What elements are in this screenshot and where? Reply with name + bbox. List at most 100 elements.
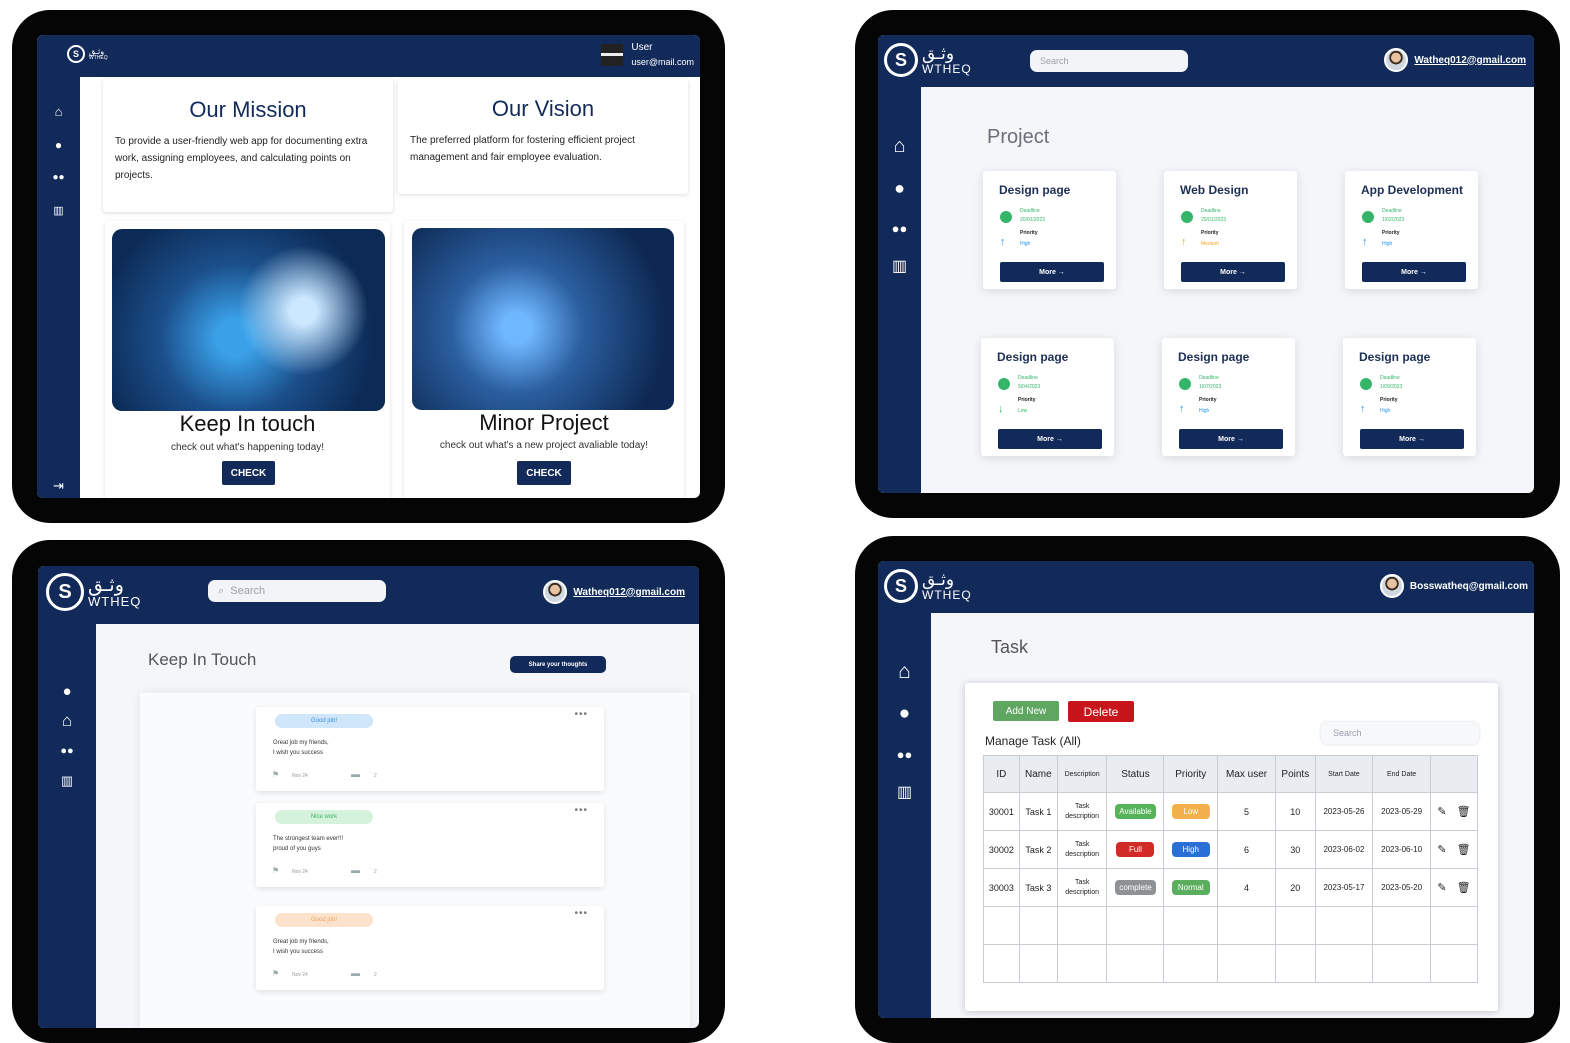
home-sidebar: ⌂ ● ●● ▥ ⇥ [37,77,80,498]
touch-check-button[interactable]: CHECK [222,461,275,485]
mission-card: Our Mission To provide a user-friendly w… [103,79,393,212]
status-dot-icon [1000,211,1012,223]
tasks-search-input[interactable]: Search [1321,722,1479,744]
comment-icon[interactable]: ▬ [351,865,360,875]
task-name: Task 2 [1018,830,1058,869]
deadline-value: 1/07/2023 [1199,384,1222,390]
more-button[interactable]: More → [1000,262,1104,282]
post-text-line1: Great job my friends, [273,939,329,945]
task-points: 20 [1275,868,1316,907]
project-card: Design page Deadline 1/07/2023 Priority ↑ Hig… [1162,338,1295,456]
delete-button[interactable]: Delete [1068,701,1134,722]
deadline-value: 20/01/2023 [1201,217,1227,223]
priority-arrow-icon: ↑ [1360,403,1366,415]
projects-search-input[interactable]: Search [1030,50,1188,72]
report-icon[interactable]: ▥ [897,773,912,811]
vision-title: Our Vision [491,96,595,121]
task-end-date: 2023-06-10 [1372,830,1431,869]
user-avatar [601,44,624,66]
user-icon[interactable]: ● [894,167,905,209]
home-icon[interactable]: ⌂ [55,95,63,128]
tasks-user[interactable]: Bosswatheq@gmail.com [1379,574,1528,598]
user-icon[interactable]: ● [899,693,910,735]
status-badge: complete [1115,880,1156,895]
edit-icon[interactable]: ✎ [1437,882,1446,894]
deadline-label: Deadline [1380,375,1400,381]
trash-icon[interactable]: 🗑 [1457,806,1471,818]
empty-cell [1314,944,1374,983]
team-icon[interactable]: ●● [60,736,73,766]
trash-icon[interactable]: 🗑 [1457,882,1471,894]
empty-cell [983,944,1020,983]
touch-search-input[interactable]: ⌕ Search [208,580,386,602]
project-card-title: Design page [1178,350,1250,364]
user-email: Watheq012@gmail.com [1414,54,1526,66]
task-id: 30001 [983,792,1020,831]
logo-latin: WTHEQ [89,54,108,61]
edit-icon[interactable]: ✎ [1437,844,1446,856]
project-card-title: App Development [1361,183,1464,197]
post-date: Nov 24 [292,972,308,978]
comment-icon[interactable]: ▬ [351,968,360,978]
post-card: Nice work ••• The strongest team ever!!! pr… [256,803,604,887]
column-header [1429,755,1479,793]
add-new-button[interactable]: Add New [993,701,1059,721]
home-icon[interactable]: ⌂ [893,125,905,167]
column-header: Points [1275,755,1316,793]
post-date: Nov 24 [292,869,308,875]
deadline-label: Deadline [1020,208,1040,214]
empty-cell [1429,906,1479,945]
touch-user[interactable]: Watheq012@gmail.com [543,580,685,604]
status-dot-icon [1360,378,1372,390]
task-start-date: 2023-05-17 [1314,868,1374,907]
more-button[interactable]: More → [1181,262,1285,282]
tasks-title: Task [991,637,1029,657]
project-card-title: Design page [999,183,1071,197]
project-card: Design page Deadline 1/09/2023 Priority ↑ Hig… [1343,338,1476,456]
priority-label: Priority [1020,230,1038,236]
home-icon[interactable]: ⌂ [62,706,72,736]
logout-icon[interactable]: ⇥ [53,478,64,494]
report-icon[interactable]: ▥ [61,766,73,796]
vision-card: Our Vision The preferred platform for fo… [398,79,688,194]
empty-cell [1163,906,1219,945]
status-badge: Available [1115,804,1156,819]
table-body: 30001 Task 1 Task description Available Low 5 1… [983,792,1479,983]
share-thoughts-button[interactable]: Share your thoughts [510,656,606,673]
logo-arabic: وثـق [88,574,124,596]
task-status: Full [1106,830,1165,869]
task-priority: Normal [1163,868,1219,907]
comment-icon[interactable]: ▬ [351,769,360,779]
mission-text: To provide a user-friendly web app for d… [115,136,368,181]
user-icon[interactable]: ● [55,128,62,161]
user-info[interactable]: User user@mail.com [601,41,694,69]
tasks-panel: Add New Delete Search Manage Task (All) … [965,683,1498,1011]
team-icon[interactable]: ●● [892,209,908,247]
home-icon[interactable]: ⌂ [898,651,911,693]
post-text-line1: Great job my friends, [273,740,329,746]
minor-card: Minor Project check out what's a new pro… [404,221,684,498]
edit-icon[interactable]: ✎ [1437,806,1446,818]
team-icon[interactable]: ●● [897,735,913,773]
empty-cell [1217,906,1277,945]
trash-icon[interactable]: 🗑 [1457,844,1471,856]
priority-value: High [1382,241,1393,247]
more-button[interactable]: More → [1360,429,1464,449]
tasks-sidebar: ⌂ ● ●● ▥ [878,613,931,1018]
post-menu-icon[interactable]: ••• [574,709,588,720]
more-button[interactable]: More → [1179,429,1283,449]
more-button[interactable]: More → [1362,262,1466,282]
task-id: 30003 [983,868,1020,907]
projects-user[interactable]: Watheq012@gmail.com [1384,48,1526,72]
post-menu-icon[interactable]: ••• [574,908,588,919]
minor-check-button[interactable]: CHECK [517,461,571,485]
user-icon[interactable]: ● [62,676,71,706]
post-menu-icon[interactable]: ••• [574,805,588,816]
logo-mark-icon: S [884,569,918,603]
report-icon[interactable]: ▥ [53,194,63,227]
priority-value: High [1020,241,1031,247]
report-icon[interactable]: ▥ [892,247,907,285]
more-button[interactable]: More → [998,429,1102,449]
empty-cell [1056,906,1108,945]
team-icon[interactable]: ●● [52,161,64,194]
